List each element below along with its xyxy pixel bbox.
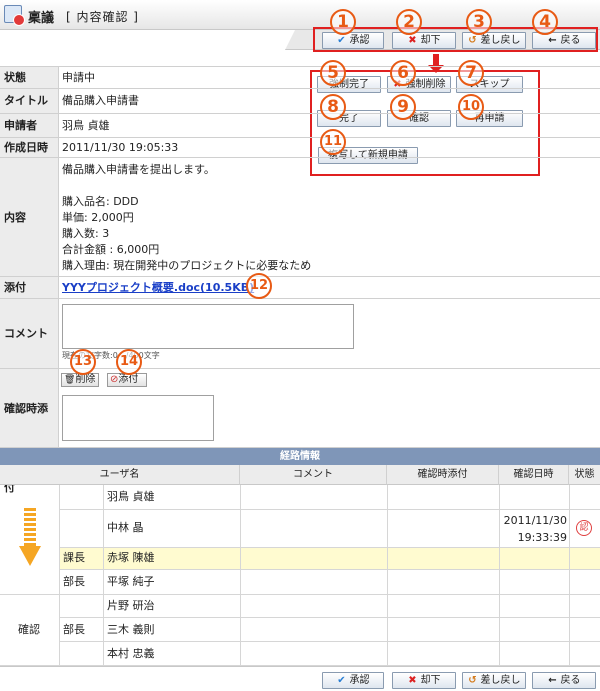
grid-line bbox=[59, 569, 600, 570]
grid-line bbox=[0, 594, 600, 595]
route-role: 部長 bbox=[63, 623, 85, 636]
grid-line bbox=[59, 641, 600, 642]
col-header-user: ユーザ名 bbox=[0, 465, 240, 485]
content-label: 内容 bbox=[0, 158, 58, 277]
ringi-app-icon bbox=[4, 5, 25, 26]
content-line: 購入理由: 現在開発中のプロジェクトに必要なため bbox=[62, 259, 312, 272]
route-date: 2011/11/30 19:33:39 bbox=[503, 514, 567, 544]
back-button-bottom[interactable]: ← 戻る bbox=[532, 672, 596, 689]
content-line: 購入数: 3 bbox=[62, 227, 110, 240]
route-name: 片野 研治 bbox=[107, 599, 155, 612]
grid-line bbox=[103, 485, 104, 665]
applicant-label: 申請者 bbox=[0, 114, 58, 138]
content-line: 備品購入申請書を提出します。 bbox=[62, 163, 215, 176]
flow-arrow-icon bbox=[24, 508, 36, 546]
annotation-7: 7 bbox=[458, 60, 484, 86]
col-header-status: 状態 bbox=[569, 465, 600, 485]
annotation-9: 9 bbox=[390, 94, 416, 120]
grid-line bbox=[59, 485, 60, 665]
col-header-confirm-date: 確認日時 bbox=[499, 465, 569, 485]
route-role: 課長 bbox=[63, 551, 85, 564]
col-header-comment: コメント bbox=[240, 465, 387, 485]
col-header-confirm-attach: 確認時添付 bbox=[387, 465, 499, 485]
check-icon: ✔ bbox=[337, 675, 346, 686]
approve-label: 承認 bbox=[349, 675, 370, 686]
top-buttons-highlight bbox=[313, 27, 598, 52]
annotation-12: 12 bbox=[246, 273, 272, 299]
back-label: 戻る bbox=[560, 675, 581, 686]
route-name: 平塚 純子 bbox=[107, 575, 155, 588]
page-title: 稟議 bbox=[28, 11, 55, 26]
annotation-3: 3 bbox=[466, 9, 492, 35]
annotation-4: 4 bbox=[532, 9, 558, 35]
comment-textarea[interactable] bbox=[62, 304, 354, 349]
page-header: 稟議 [ 内容確認 ] bbox=[0, 0, 600, 30]
grid-line bbox=[59, 547, 600, 548]
grid-line bbox=[59, 617, 600, 618]
annotation-11: 11 bbox=[320, 129, 346, 155]
attach-label: 添付 bbox=[118, 374, 139, 385]
attachment-cell: YYYプロジェクト概要.doc(10.5KB) bbox=[58, 277, 600, 299]
route-section-title: 経路情報 bbox=[0, 448, 600, 465]
add-attachment-button[interactable]: ⊘添付 bbox=[107, 373, 147, 387]
route-name: 三木 義則 bbox=[107, 623, 155, 636]
annotation-8: 8 bbox=[320, 94, 346, 120]
delete-attachment-button[interactable]: 🗑削除 bbox=[61, 373, 99, 387]
red-arrow-icon bbox=[428, 54, 444, 73]
return-icon: ↺ bbox=[468, 675, 477, 686]
attachment-link[interactable]: YYYプロジェクト概要.doc(10.5KB) bbox=[62, 281, 254, 294]
confirm-attach-list[interactable] bbox=[62, 395, 214, 441]
confirm-attach-label: 確認時添付 bbox=[0, 369, 58, 494]
grid-line bbox=[569, 485, 570, 665]
grid-line bbox=[59, 509, 600, 510]
delete-label: 削除 bbox=[75, 374, 96, 385]
page-subtitle: [ 内容確認 ] bbox=[66, 10, 139, 24]
approve-button-bottom[interactable]: ✔ 承認 bbox=[322, 672, 384, 689]
trash-icon: 🗑 bbox=[64, 375, 76, 385]
route-name: 赤塚 陳雄 bbox=[107, 551, 155, 564]
annotation-14: 14 bbox=[116, 349, 142, 375]
annotation-6: 6 bbox=[390, 60, 416, 86]
annotation-5: 5 bbox=[320, 60, 346, 86]
approved-stamp-icon: 認 bbox=[576, 520, 592, 536]
back-arrow-icon: ← bbox=[548, 675, 557, 686]
route-group: 確認 bbox=[18, 623, 40, 636]
content-line: 購入品名: DDD bbox=[62, 195, 139, 208]
grid-line bbox=[499, 485, 500, 665]
annotation-10: 10 bbox=[458, 94, 484, 120]
content-value: 備品購入申請書を提出します。 購入品名: DDD 単価: 2,000円 購入数:… bbox=[58, 158, 600, 277]
attachment-label: 添付 bbox=[0, 277, 58, 299]
grid-line bbox=[387, 485, 388, 665]
route-name: 本村 忠義 bbox=[107, 647, 155, 660]
route-role: 部長 bbox=[63, 575, 85, 588]
comment-label: コメント bbox=[0, 299, 58, 369]
created-label: 作成日時 bbox=[0, 138, 58, 158]
grid-line bbox=[240, 485, 241, 665]
reject-button-bottom[interactable]: ✖ 却下 bbox=[392, 672, 456, 689]
content-line: 合計金額 : 6,000円 bbox=[62, 243, 160, 256]
content-line bbox=[62, 178, 600, 194]
route-name: 羽鳥 貞雄 bbox=[107, 490, 155, 503]
sendback-button-bottom[interactable]: ↺ 差し戻し bbox=[462, 672, 526, 689]
sendback-label: 差し戻し bbox=[480, 675, 521, 686]
reject-label: 却下 bbox=[420, 675, 441, 686]
flow-arrow-head-icon bbox=[19, 546, 41, 566]
route-name: 中林 晶 bbox=[107, 521, 144, 534]
cross-icon: ✖ bbox=[408, 675, 417, 686]
status-label: 状態 bbox=[0, 67, 58, 89]
annotation-1: 1 bbox=[330, 9, 356, 35]
title-label: タイトル bbox=[0, 89, 58, 114]
annotation-2: 2 bbox=[396, 9, 422, 35]
annotation-13: 13 bbox=[70, 349, 96, 375]
content-line: 単価: 2,000円 bbox=[62, 211, 134, 224]
